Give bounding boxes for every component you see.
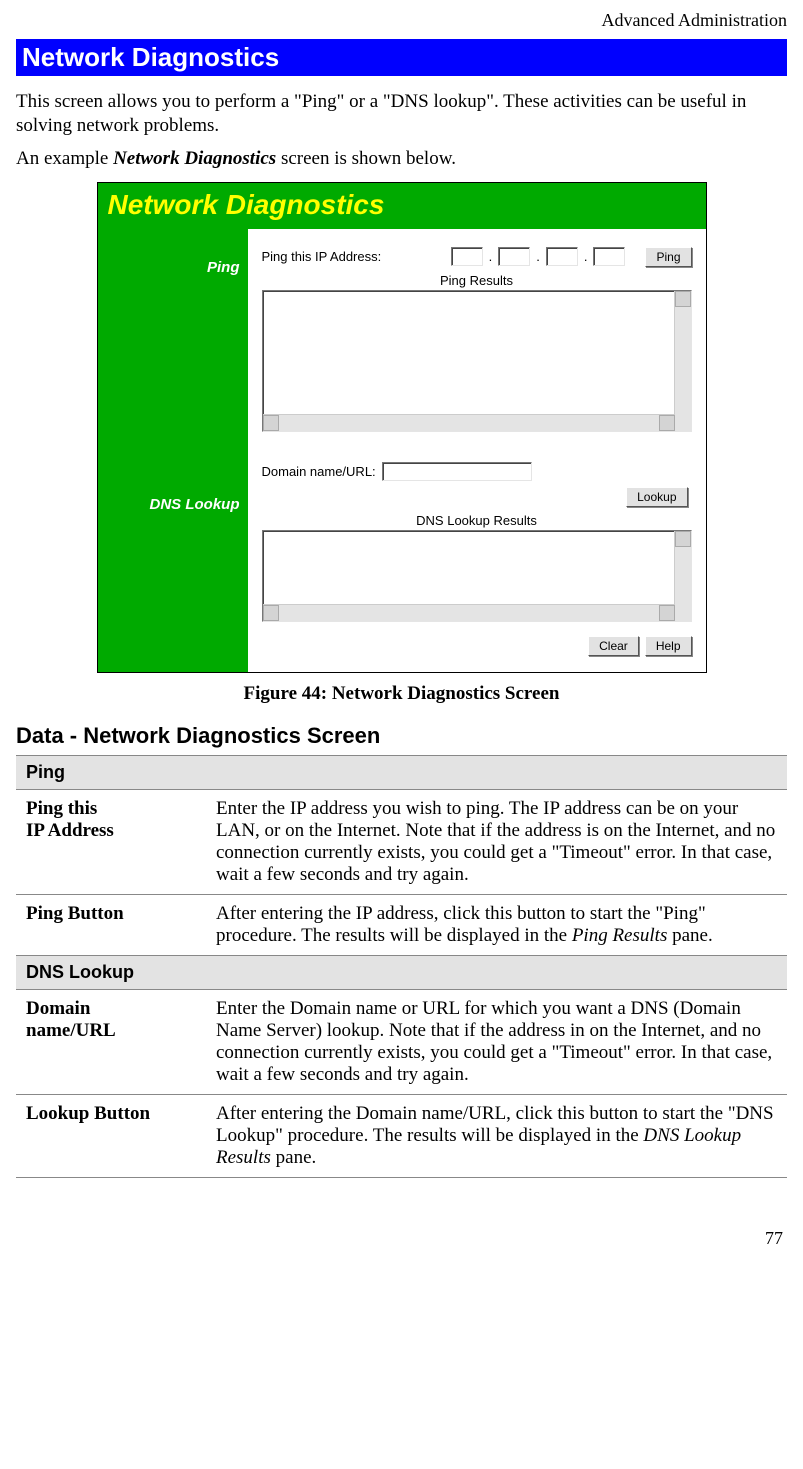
table-row: Ping Button After entering the IP addres…	[16, 894, 787, 955]
dns-results-label: DNS Lookup Results	[262, 513, 692, 528]
row1-key-line1: Ping this	[26, 798, 97, 819]
scrollbar-horizontal-icon[interactable]	[263, 604, 675, 621]
dot-icon: .	[489, 249, 493, 264]
sidebar-label-dns: DNS Lookup	[98, 276, 248, 513]
row1-key-line2: IP Address	[26, 820, 114, 841]
dns-domain-label: Domain name/URL:	[262, 464, 376, 479]
help-button[interactable]: Help	[645, 636, 692, 656]
dot-icon: .	[536, 249, 540, 264]
ping-ip-octet-1[interactable]	[451, 247, 483, 266]
intro2-post: screen is shown below.	[276, 148, 456, 169]
row3-key-line2: name/URL	[26, 1020, 116, 1041]
scrollbar-corner	[675, 415, 691, 431]
row3-key-line1: Domain	[26, 998, 90, 1019]
row2-post: pane.	[667, 925, 712, 946]
row4-key: Lookup Button	[16, 1094, 206, 1177]
section-title: Network Diagnostics	[16, 39, 787, 76]
ping-ip-octet-2[interactable]	[498, 247, 530, 266]
scrollbar-vertical-icon[interactable]	[674, 531, 691, 605]
lookup-button[interactable]: Lookup	[626, 487, 687, 507]
dns-domain-input[interactable]	[382, 462, 532, 481]
ping-ip-octet-3[interactable]	[546, 247, 578, 266]
ping-button[interactable]: Ping	[645, 247, 691, 267]
breadcrumb: Advanced Administration	[16, 10, 787, 31]
scrollbar-horizontal-icon[interactable]	[263, 414, 675, 431]
scrollbar-vertical-icon[interactable]	[674, 291, 691, 415]
intro-paragraph-1: This screen allows you to perform a "Pin…	[16, 90, 787, 138]
ping-results-label: Ping Results	[262, 273, 692, 288]
table-row: Lookup Button After entering the Domain …	[16, 1094, 787, 1177]
scrollbar-corner	[675, 605, 691, 621]
row2-value: After entering the IP address, click thi…	[206, 894, 787, 955]
intro2-pre: An example	[16, 148, 113, 169]
page-number: 77	[16, 1228, 787, 1249]
row4-value: After entering the Domain name/URL, clic…	[206, 1094, 787, 1177]
dns-results-textarea[interactable]	[262, 530, 692, 622]
figure-caption: Figure 44: Network Diagnostics Screen	[16, 683, 787, 705]
table-row: Domain name/URL Enter the Domain name or…	[16, 989, 787, 1094]
table-group-ping: Ping	[16, 755, 787, 789]
row2-key: Ping Button	[16, 894, 206, 955]
table-group-dns: DNS Lookup	[16, 955, 787, 989]
row4-post: pane.	[271, 1147, 316, 1168]
screenshot-title: Network Diagnostics	[108, 189, 385, 220]
intro-paragraph-2: An example Network Diagnostics screen is…	[16, 148, 787, 170]
screenshot-container: Network Diagnostics Ping DNS Lookup Ping…	[97, 182, 707, 673]
row1-value: Enter the IP address you wish to ping. T…	[206, 789, 787, 894]
screenshot-sidebar: Ping DNS Lookup	[98, 229, 248, 672]
ping-results-textarea[interactable]	[262, 290, 692, 432]
clear-button[interactable]: Clear	[588, 636, 639, 656]
ping-ip-label: Ping this IP Address:	[262, 249, 382, 264]
data-table: Ping Ping this IP Address Enter the IP a…	[16, 755, 787, 1178]
ping-ip-octet-4[interactable]	[593, 247, 625, 266]
data-section-heading: Data - Network Diagnostics Screen	[16, 723, 787, 749]
dot-icon: .	[584, 249, 588, 264]
row2-em: Ping Results	[572, 925, 668, 946]
intro2-emph: Network Diagnostics	[113, 148, 276, 169]
table-row: Ping this IP Address Enter the IP addres…	[16, 789, 787, 894]
sidebar-label-ping: Ping	[98, 229, 248, 276]
row3-value: Enter the Domain name or URL for which y…	[206, 989, 787, 1094]
